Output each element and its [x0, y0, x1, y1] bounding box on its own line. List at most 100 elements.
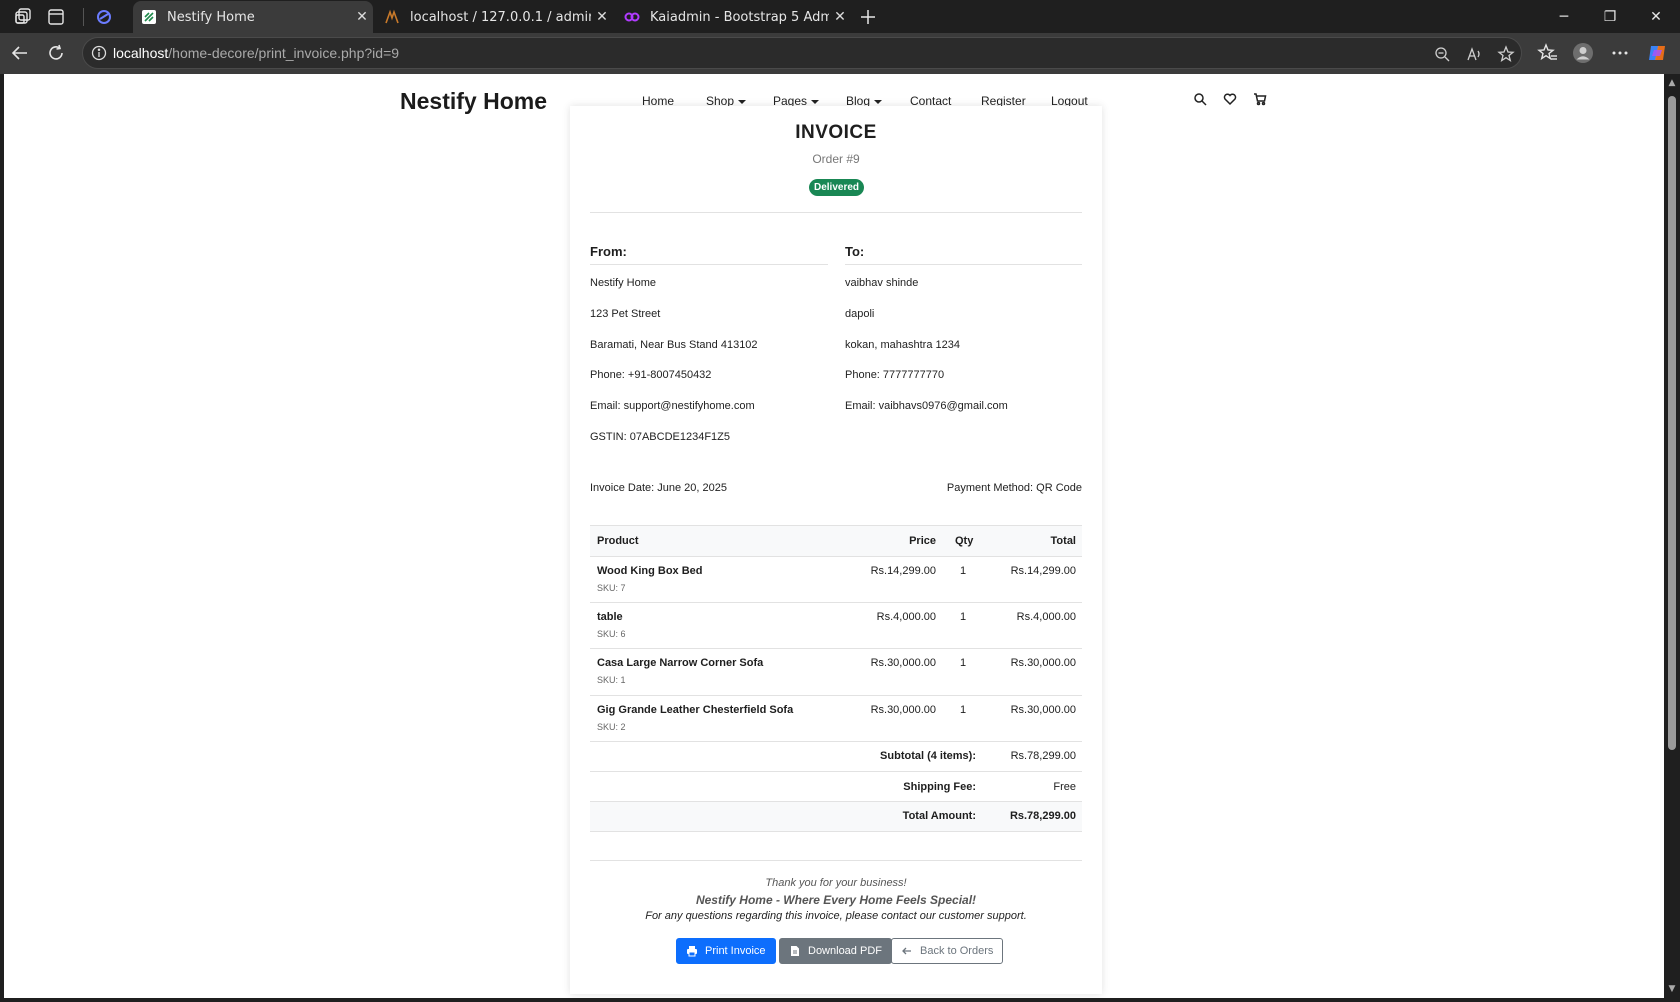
col-total: Total — [1050, 535, 1076, 547]
subtotal-row: Subtotal (4 items): Rs.78,299.00 — [590, 741, 1082, 771]
col-product: Product — [597, 535, 639, 547]
subtotal-label: Subtotal (4 items): — [880, 750, 976, 762]
close-window-icon[interactable]: ✕ — [1633, 0, 1679, 33]
to-phone: Phone: 7777777770 — [845, 369, 945, 381]
profile-avatar-icon[interactable] — [1572, 42, 1594, 64]
product-qty: 1 — [960, 704, 967, 716]
shipping-label: Shipping Fee: — [903, 781, 976, 793]
browser-toolbar: localhost/home-decore/print_invoice.php?… — [0, 33, 1680, 74]
zoom-out-icon[interactable] — [1433, 45, 1451, 63]
tab-title: Kaiadmin - Bootstrap 5 Admin Da — [650, 9, 829, 25]
browser-tab-bar: Nestify Home ✕ localhost / 127.0.0.1 / a… — [0, 0, 1680, 33]
tab-title: localhost / 127.0.0.1 / admin_hom — [410, 9, 591, 25]
product-total: Rs.4,000.00 — [1016, 611, 1076, 623]
site-brand[interactable]: Nestify Home — [400, 88, 547, 115]
payment-method: Payment Method: QR Code — [946, 482, 1082, 494]
back-icon[interactable] — [9, 42, 31, 64]
tab-nestify-home[interactable]: Nestify Home ✕ — [133, 1, 373, 33]
product-sku: SKU: 2 — [597, 722, 626, 732]
file-pdf-icon — [791, 946, 799, 956]
product-sku: SKU: 6 — [597, 629, 626, 639]
read-aloud-icon[interactable] — [1465, 45, 1483, 63]
product-qty: 1 — [960, 565, 967, 577]
from-city: Baramati, Near Bus Stand 413102 — [590, 339, 758, 351]
to-heading: To: — [845, 244, 865, 259]
back-to-orders-button[interactable]: Back to Orders — [891, 938, 1004, 964]
col-price: Price — [909, 535, 936, 547]
product-total: Rs.30,000.00 — [1010, 657, 1076, 669]
product-name: table — [597, 611, 623, 623]
thank-you-text: Thank you for your business! — [765, 877, 907, 889]
product-total: Rs.14,299.00 — [1010, 565, 1076, 577]
order-number: Order #9 — [812, 152, 860, 166]
cart-icon[interactable] — [1253, 92, 1267, 106]
more-options-icon[interactable] — [1609, 42, 1631, 64]
to-city: kokan, mahashtra 1234 — [845, 339, 960, 351]
total-row: Total Amount: Rs.78,299.00 — [590, 801, 1082, 832]
product-sku: SKU: 1 — [597, 675, 626, 685]
product-name: Gig Grande Leather Chesterfield Sofa — [597, 704, 794, 716]
nestify-favicon-icon — [142, 10, 156, 24]
close-tab-icon[interactable]: ✕ — [829, 9, 851, 25]
restore-window-icon[interactable]: ❐ — [1587, 0, 1633, 33]
divider — [590, 264, 828, 265]
copilot-icon[interactable] — [1646, 42, 1668, 64]
tab-actions-icon[interactable] — [45, 6, 67, 28]
invoice-date: Invoice Date: June 20, 2025 — [590, 482, 727, 494]
copilot-tab-favicon-icon — [97, 10, 111, 24]
workspaces-icon[interactable] — [12, 6, 34, 28]
search-icon[interactable] — [1193, 92, 1207, 106]
product-qty: 1 — [960, 611, 967, 623]
shipping-row: Shipping Fee: Free — [590, 771, 1082, 801]
from-email: Email: support@nestifyhome.com — [590, 400, 755, 412]
support-note: For any questions regarding this invoice… — [645, 910, 1027, 922]
invoice-title: INVOICE — [795, 122, 877, 143]
scroll-up-icon[interactable]: ▲ — [1667, 78, 1677, 88]
page-viewport: Nestify Home Home Shop Pages Blog Contac… — [4, 74, 1664, 998]
col-qty: Qty — [955, 535, 974, 547]
vertical-scrollbar[interactable]: ▲ ▼ — [1664, 74, 1680, 998]
product-price: Rs.4,000.00 — [876, 611, 936, 623]
address-bar[interactable]: localhost/home-decore/print_invoice.php?… — [82, 37, 1522, 69]
divider — [845, 264, 1082, 265]
invoice-card: INVOICE Order #9 Delivered From: To: Nes… — [570, 106, 1102, 994]
product-sku: SKU: 7 — [597, 583, 626, 593]
new-tab-icon[interactable] — [857, 6, 879, 28]
site-info-icon[interactable] — [91, 45, 107, 61]
wishlist-heart-icon[interactable] — [1223, 92, 1237, 106]
tab-phpmyadmin[interactable]: localhost / 127.0.0.1 / admin_hom ✕ — [376, 1, 613, 33]
kaiadmin-favicon-icon — [624, 12, 640, 22]
table-row: Wood King Box Bed SKU: 7 Rs.14,299.00 1 … — [590, 556, 1082, 602]
scrollbar-thumb[interactable] — [1668, 96, 1676, 750]
product-qty: 1 — [960, 657, 967, 669]
status-badge: Delivered — [809, 179, 864, 196]
favorites-icon[interactable] — [1537, 42, 1559, 64]
from-phone: Phone: +91-8007450432 — [590, 369, 712, 381]
product-name: Casa Large Narrow Corner Sofa — [597, 657, 764, 669]
print-invoice-button[interactable]: Print Invoice — [676, 938, 776, 964]
arrow-left-icon — [902, 947, 911, 955]
download-pdf-button[interactable]: Download PDF — [779, 938, 892, 964]
printer-icon — [687, 946, 697, 957]
from-gstin: GSTIN: 07ABCDE1234F1Z5 — [590, 431, 731, 443]
scroll-down-icon[interactable]: ▼ — [1667, 984, 1677, 994]
product-price: Rs.14,299.00 — [870, 565, 936, 577]
tab-kaiadmin[interactable]: Kaiadmin - Bootstrap 5 Admin Da ✕ — [616, 1, 851, 33]
minimize-window-icon[interactable]: ─ — [1541, 0, 1587, 33]
product-price: Rs.30,000.00 — [870, 657, 936, 669]
refresh-icon[interactable] — [45, 42, 67, 64]
divider — [590, 860, 1082, 861]
table-row: Gig Grande Leather Chesterfield Sofa SKU… — [590, 695, 1082, 741]
close-tab-icon[interactable]: ✕ — [591, 9, 613, 25]
favorite-star-icon[interactable] — [1497, 45, 1515, 63]
total-value: Rs.78,299.00 — [1009, 810, 1076, 822]
from-heading: From: — [590, 244, 627, 259]
tab-pinned[interactable] — [88, 1, 126, 33]
table-header-row: Product Price Qty Total — [590, 525, 1082, 556]
close-tab-icon[interactable]: ✕ — [351, 9, 373, 25]
tagline: Nestify Home - Where Every Home Feels Sp… — [695, 893, 977, 907]
product-price: Rs.30,000.00 — [870, 704, 936, 716]
shipping-value: Free — [1053, 781, 1076, 793]
caret-down-icon — [738, 99, 747, 104]
from-street: 123 Pet Street — [590, 308, 661, 320]
